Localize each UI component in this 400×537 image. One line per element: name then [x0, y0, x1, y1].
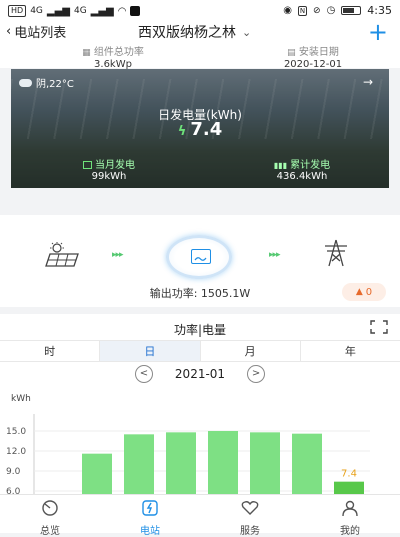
- wifi-icon: ◠: [117, 5, 127, 17]
- inverter-icon: [191, 249, 211, 264]
- flow-arrows-left: ▸▸▸: [112, 250, 124, 260]
- tabbar-profile[interactable]: 我的: [300, 495, 400, 537]
- chart-title: 功率|电量: [173, 323, 227, 337]
- signal-bars-icon: ▂▄▆: [46, 5, 70, 17]
- month-value: 99kWh: [91, 171, 127, 182]
- power-tower-icon: [325, 239, 347, 267]
- tabbar-overview[interactable]: 总览: [0, 495, 100, 537]
- nfc-icon: N: [298, 5, 308, 16]
- total-value: 436.4kWh: [276, 171, 328, 182]
- chart-bar[interactable]: [208, 431, 238, 494]
- total-energy: ▮▮▮ 累计发电 436.4kWh: [257, 156, 347, 182]
- overview-icon: [42, 500, 58, 516]
- back-button[interactable]: ‹ 电站列表: [6, 22, 66, 41]
- tabbar-service-label: 服务: [240, 526, 260, 537]
- chart-bar[interactable]: [124, 434, 154, 494]
- current-date[interactable]: 2021-01: [175, 367, 225, 381]
- install-info: ▤ 安装日期 2020-12-01: [258, 43, 368, 70]
- period-tabs: 时 日 月 年: [0, 340, 400, 362]
- flow-arrows-right: ▸▸▸: [269, 250, 281, 260]
- weather-text: 阴,22°C: [36, 79, 74, 90]
- y-tick-label: 6.0: [6, 487, 21, 494]
- next-month-button[interactable]: >: [247, 365, 266, 383]
- tab-year[interactable]: 年: [301, 341, 400, 361]
- chart-bar[interactable]: [292, 433, 322, 494]
- chart-bar[interactable]: [250, 432, 280, 494]
- chart-bar[interactable]: [166, 432, 196, 494]
- status-bar: HD 4G ▂▄▆ 4G ▂▄▆ ◠ ◉ N ⊘ ◷ 4:35: [0, 0, 400, 22]
- alarm-clock-icon: ◷: [326, 5, 336, 16]
- y-tick-label: 15.0: [6, 427, 26, 437]
- tab-hour[interactable]: 时: [0, 341, 101, 361]
- prev-month-button[interactable]: <: [134, 365, 153, 383]
- monthly-energy: 当月发电 99kWh: [69, 156, 149, 182]
- nav-bar: ‹ 电站列表 西双版纳杨之林 ⌄ + ▦ 组件总功率 3.6kWp ▤ 安装日期…: [0, 18, 400, 70]
- station-selector[interactable]: 西双版纳杨之林 ⌄: [138, 22, 251, 42]
- tiktok-icon: [130, 6, 141, 16]
- clock-time: 4:35: [367, 4, 392, 17]
- station-photo-card[interactable]: 阴,22°C → 日发电量(kWh) ϟ 7.4 当月发电 99kWh ▮▮▮ 累计…: [11, 69, 389, 188]
- capacity-label: 组件总功率: [93, 47, 144, 58]
- chevron-down-icon: ⌄: [242, 25, 252, 39]
- chart-bar[interactable]: [82, 453, 112, 494]
- calendar-icon: ▤: [287, 48, 296, 58]
- hd-badge: HD: [8, 5, 27, 17]
- profile-icon: [342, 500, 358, 517]
- total-label: 累计发电: [290, 160, 331, 171]
- page-title: 西双版纳杨之林: [138, 25, 236, 41]
- signal-icon: 4G: [30, 6, 43, 16]
- bar-value-label: 7.4: [341, 469, 357, 480]
- bolt-icon: ϟ: [177, 124, 187, 139]
- signal-icon-2: 4G: [73, 6, 87, 16]
- tab-day[interactable]: 日: [100, 341, 201, 361]
- weather-info: 阴,22°C: [19, 75, 74, 90]
- tabbar-service[interactable]: 服务: [200, 495, 300, 537]
- daily-energy-number: 7.4: [190, 119, 223, 140]
- back-label: 电站列表: [14, 26, 67, 41]
- tabbar-station[interactable]: 电站: [100, 495, 200, 537]
- daily-energy-value: ϟ 7.4: [11, 119, 389, 140]
- chart-bar[interactable]: [334, 481, 364, 494]
- panel-icon: ▦: [82, 48, 91, 58]
- add-button[interactable]: +: [368, 18, 388, 46]
- alarm-icon: ▲: [355, 287, 363, 297]
- month-icon: [83, 161, 92, 169]
- month-label: 当月发电: [95, 160, 135, 171]
- signal-bars-icon-2: ▂▄▆: [90, 5, 114, 17]
- eye-icon: ◉: [283, 5, 293, 16]
- tab-month[interactable]: 月: [201, 341, 301, 361]
- bottom-tab-bar: 总览 电站 服务 我的: [0, 494, 400, 537]
- install-label: 安装日期: [298, 47, 339, 58]
- solar-panel-icon: [45, 242, 79, 267]
- cloud-icon: [19, 78, 32, 87]
- energy-bar-chart: 6.0 9.0 12.0 15.0 7.4: [6, 414, 370, 494]
- y-tick-label: 9.0: [6, 467, 21, 477]
- tabbar-station-label: 电站: [140, 526, 160, 537]
- chevron-left-icon: ‹: [6, 24, 12, 39]
- mute-icon: ⊘: [313, 5, 321, 16]
- y-tick-label: 12.0: [6, 447, 26, 457]
- chart-card: 功率|电量 时 日 月 年 < 2021-01 > kWh 6.0 9.0 12.0…: [0, 314, 400, 494]
- expand-icon[interactable]: [370, 320, 388, 334]
- arrow-right-icon[interactable]: →: [363, 75, 373, 89]
- alarm-badge[interactable]: ▲ 0: [342, 283, 386, 301]
- date-navigator: < 2021-01 >: [0, 365, 400, 383]
- tabbar-overview-label: 总览: [40, 526, 60, 537]
- y-axis-unit: kWh: [11, 394, 31, 404]
- tabbar-profile-label: 我的: [340, 526, 360, 537]
- alarm-count: 0: [365, 286, 373, 298]
- station-icon: [142, 500, 158, 516]
- energy-flow: ▸▸▸ ▸▸▸ 输出功率: 1505.1W ▲ 0: [0, 215, 400, 307]
- capacity-info: ▦ 组件总功率 3.6kWp: [58, 43, 168, 70]
- bar-chart-icon: ▮▮▮: [273, 161, 288, 170]
- battery-icon: [341, 6, 362, 15]
- output-power: 输出功率: 1505.1W: [149, 287, 251, 300]
- service-icon: [241, 501, 259, 515]
- inverter-button[interactable]: [166, 235, 232, 279]
